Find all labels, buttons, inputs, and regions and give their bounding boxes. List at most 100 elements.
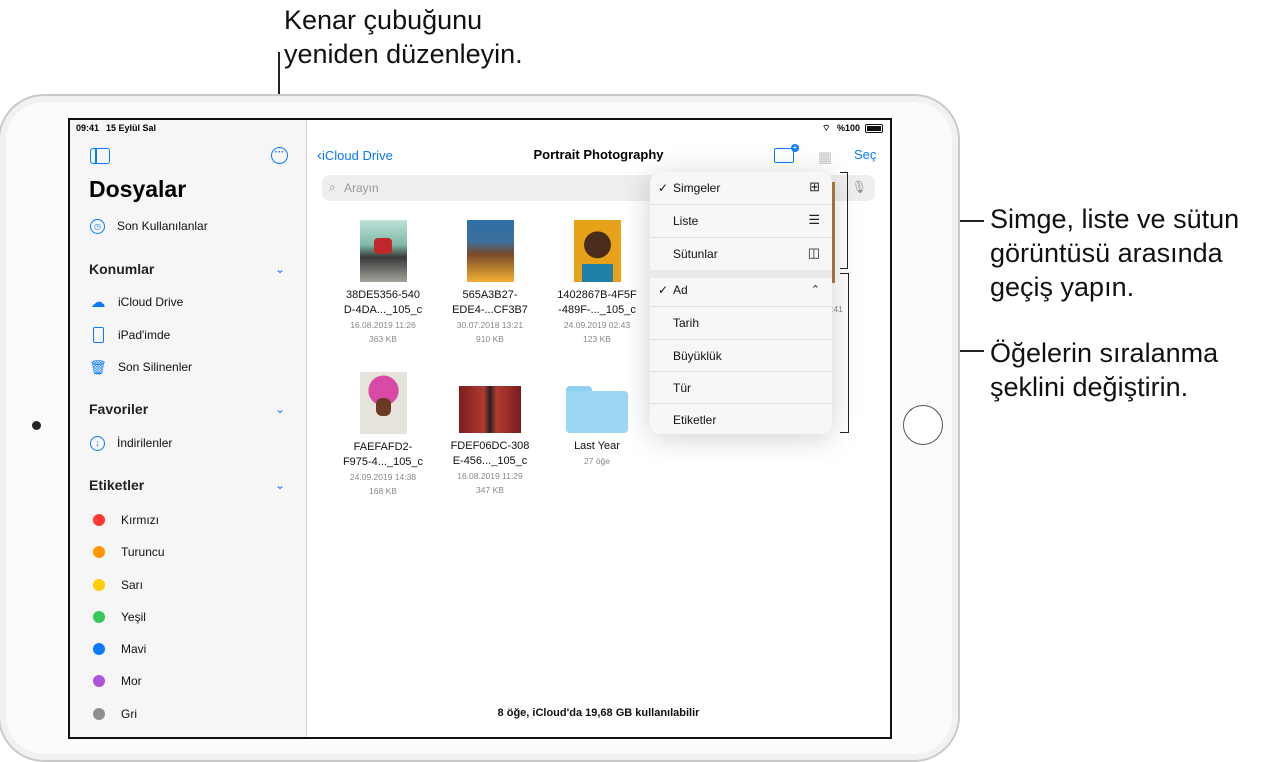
menu-item-list[interactable]: Liste ☰ xyxy=(650,205,832,237)
storage-footer: 8 öğe, iCloud'da 19,68 GB kullanılabilir xyxy=(497,707,700,719)
sidebar-item-label: Sarı xyxy=(121,578,144,592)
menu-item-label: Simgeler xyxy=(673,181,721,195)
sidebar-item-label: iPad'imde xyxy=(118,328,171,342)
callout-line: Öğelerin sıralanma xyxy=(990,338,1219,368)
file-name: 1402867B-4F5F xyxy=(557,289,637,301)
folder-name: Last Year xyxy=(574,440,620,452)
sidebar: 09:41 15 Eylül Sal ··· Dosyalar ◷ Son Ku… xyxy=(70,120,307,737)
sidebar-item-label: Mor xyxy=(121,674,142,688)
callout-line: geçiş yapın. xyxy=(990,272,1135,302)
ipad-icon xyxy=(90,327,106,343)
chevron-down-icon[interactable]: ⌄ xyxy=(275,262,285,276)
ipad-screen: 09:41 15 Eylül Sal ··· Dosyalar ◷ Son Ku… xyxy=(68,118,892,739)
sidebar-title: Dosyalar xyxy=(89,176,187,202)
sidebar-item-tag[interactable]: Kırmızı xyxy=(90,510,159,530)
sidebar-toggle-icon[interactable] xyxy=(90,148,110,164)
callout-sidebar: Kenar çubuğunu yeniden düzenleyin. xyxy=(284,3,523,71)
sidebar-item-recently-deleted[interactable]: 🗑 Son Silinenler xyxy=(89,357,193,377)
sidebar-header-tags[interactable]: Etiketler xyxy=(89,477,144,493)
file-size: 363 KB xyxy=(369,334,397,344)
callout-line: Simge, liste ve sütun xyxy=(990,204,1240,234)
select-button[interactable]: Seç xyxy=(854,147,876,162)
list-icon: ☰ xyxy=(808,212,820,227)
menu-item-sort-size[interactable]: Büyüklük xyxy=(650,340,832,372)
sidebar-item-tag[interactable]: Turuncu xyxy=(90,542,165,562)
checkmark-icon: ✓ xyxy=(658,181,669,195)
menu-item-label: Sütunlar xyxy=(673,247,718,261)
search-icon: ⌕ xyxy=(329,180,336,194)
photo-thumbnail xyxy=(359,372,407,434)
file-size: 347 KB xyxy=(476,485,504,495)
sidebar-item-label: Yeşil xyxy=(121,610,146,624)
file-name: 565A3B27- xyxy=(462,289,518,301)
folder-item[interactable]: Last Year 27 öğe xyxy=(544,386,650,468)
sidebar-header-locations[interactable]: Konumlar xyxy=(89,261,154,277)
checkmark-icon: ✓ xyxy=(658,283,669,297)
file-date: 16.08.2019 11:26 xyxy=(350,320,416,330)
menu-item-sort-date[interactable]: Tarih xyxy=(650,307,832,339)
new-folder-icon[interactable]: + xyxy=(774,144,799,163)
sidebar-item-tag[interactable]: Sarı xyxy=(90,575,143,595)
sidebar-item-icloud[interactable]: ☁ iCloud Drive xyxy=(90,292,184,312)
file-name: EDE4-...CF3B7 xyxy=(452,304,528,316)
file-item[interactable]: FDEF06DC-308 E-456..._105_c 16.08.2019 11… xyxy=(437,386,543,497)
page-title: Portrait Photography xyxy=(533,147,664,162)
sidebar-item-on-my-ipad[interactable]: iPad'imde xyxy=(90,325,170,345)
tag-color-dot xyxy=(93,546,105,558)
file-name: FDEF06DC-308 xyxy=(450,440,530,452)
menu-item-icons[interactable]: ✓ Simgeler ⊞ xyxy=(650,172,832,204)
tag-color-dot xyxy=(93,579,105,591)
grid-view-icon[interactable]: ▦ xyxy=(818,148,832,166)
menu-item-label: Ad xyxy=(673,283,688,297)
file-item[interactable]: 1402867B-4F5F -489F-..._105_c 24.09.2019 … xyxy=(544,220,650,346)
menu-item-label: Tür xyxy=(673,381,691,395)
status-date: 15 Eylül Sal xyxy=(106,123,157,133)
sidebar-item-tag[interactable]: Gri xyxy=(90,704,137,724)
callout-sort: Öğelerin sıralanma şeklini değiştirin. xyxy=(990,336,1218,404)
tag-color-dot xyxy=(93,708,105,720)
more-icon[interactable]: ··· xyxy=(271,147,288,164)
view-options-menu: ✓ Simgeler ⊞ Liste ☰ Sütunlar ◫ ✓ Ad ⌃ T… xyxy=(650,172,832,434)
sidebar-item-tag[interactable]: Yeşil xyxy=(90,607,146,627)
sidebar-header-favorites[interactable]: Favoriler xyxy=(89,401,148,417)
sidebar-item-tag[interactable]: Mor xyxy=(90,671,142,691)
sidebar-item-label: Son Silinenler xyxy=(118,360,193,374)
home-button[interactable] xyxy=(903,405,943,445)
photo-thumbnail xyxy=(359,220,407,282)
tag-color-dot xyxy=(93,675,105,687)
download-icon: ↓ xyxy=(90,435,105,451)
chevron-down-icon[interactable]: ⌄ xyxy=(275,478,285,492)
wifi-icon: ⌔ xyxy=(822,123,831,133)
callout-line: yeniden düzenleyin. xyxy=(284,39,523,69)
sidebar-item-downloads[interactable]: ↓ İndirilenler xyxy=(90,433,172,453)
tag-color-dot xyxy=(93,611,105,623)
sidebar-item-label: İndirilenler xyxy=(117,436,173,450)
file-item[interactable]: 565A3B27- EDE4-...CF3B7 30.07.2018 13:21 9… xyxy=(437,220,543,346)
battery-level: %100 xyxy=(837,123,861,133)
file-item[interactable]: FAEFAFD2- F975-4..._105_c 24.09.2019 14:3… xyxy=(330,372,436,498)
menu-item-sort-name[interactable]: ✓ Ad ⌃ xyxy=(650,274,832,306)
menu-item-label: Liste xyxy=(673,214,699,228)
sort-options-bracket xyxy=(840,273,849,433)
menu-item-sort-tags[interactable]: Etiketler xyxy=(650,404,832,434)
search-input: Arayın xyxy=(344,181,379,195)
sidebar-item-recents[interactable]: ◷ Son Kullanılanlar xyxy=(90,216,208,236)
menu-item-label: Etiketler xyxy=(673,413,717,427)
sidebar-item-label: Turuncu xyxy=(121,545,165,559)
microphone-icon[interactable]: 🎙 xyxy=(852,180,867,194)
menu-item-sort-kind[interactable]: Tür xyxy=(650,372,832,404)
callout-line: görüntüsü arasında xyxy=(990,238,1223,268)
sidebar-item-tag[interactable]: Mavi xyxy=(90,639,146,659)
menu-item-columns[interactable]: Sütunlar ◫ xyxy=(650,238,832,270)
sidebar-item-label: Gri xyxy=(121,707,137,721)
file-item[interactable]: 38DE5356-540 D-4DA..._105_c 16.08.2019 11… xyxy=(330,220,436,346)
battery-icon xyxy=(865,124,883,133)
file-date: 30.07.2018 13:21 xyxy=(456,320,524,330)
file-name: 38DE5356-540 xyxy=(345,289,420,301)
sidebar-item-label: Kırmızı xyxy=(121,513,159,527)
callout-line: şeklini değiştirin. xyxy=(990,372,1189,402)
file-size: 910 KB xyxy=(476,334,504,344)
chevron-down-icon[interactable]: ⌄ xyxy=(275,402,285,416)
chevron-up-icon: ⌃ xyxy=(810,284,820,296)
camera xyxy=(32,421,41,430)
